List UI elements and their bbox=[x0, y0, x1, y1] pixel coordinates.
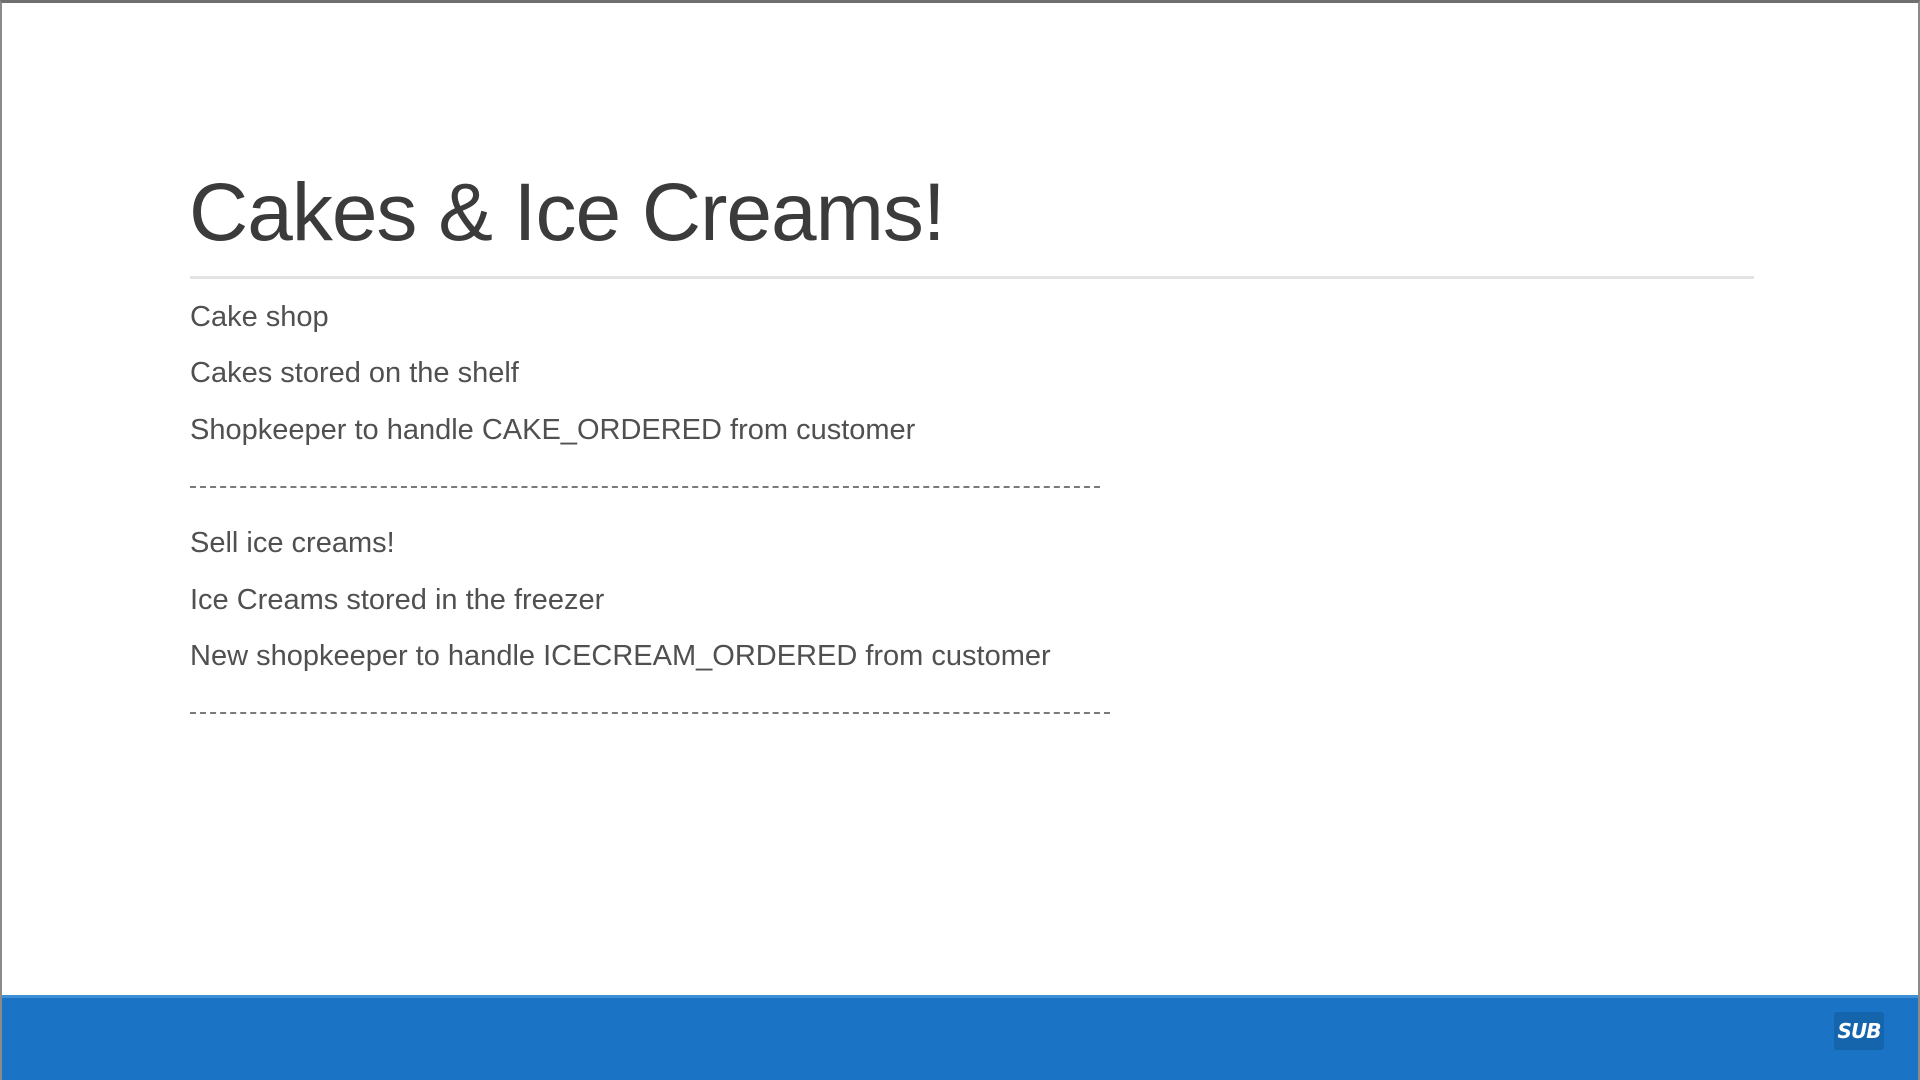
sub-badge-icon[interactable]: SUB bbox=[1834, 1012, 1884, 1050]
bullet-line: Shopkeeper to handle CAKE_ORDERED from c… bbox=[190, 413, 916, 446]
title-underline bbox=[190, 276, 1754, 279]
dashed-divider bbox=[190, 459, 1590, 516]
dashed-divider bbox=[190, 685, 1590, 742]
slide-title: Cakes & Ice Creams! bbox=[189, 167, 946, 258]
bullet-line: Ice Creams stored in the freezer bbox=[190, 583, 605, 616]
dashed-divider-line bbox=[190, 712, 1110, 715]
slide: Cakes & Ice Creams! Cake shop Cakes stor… bbox=[0, 0, 1920, 1080]
dashed-divider-line bbox=[190, 486, 1100, 489]
bullet-line: Cake shop bbox=[190, 300, 329, 333]
bullet-line: Sell ice creams! bbox=[190, 527, 395, 560]
slide-content: Cake shop Cakes stored on the shelf Shop… bbox=[190, 289, 1590, 742]
bullet-line: Cakes stored on the shelf bbox=[190, 357, 519, 390]
bullet-line: New shopkeeper to handle ICECREAM_ORDERE… bbox=[190, 640, 1051, 673]
footer-bar: SUB bbox=[2, 995, 1918, 1080]
